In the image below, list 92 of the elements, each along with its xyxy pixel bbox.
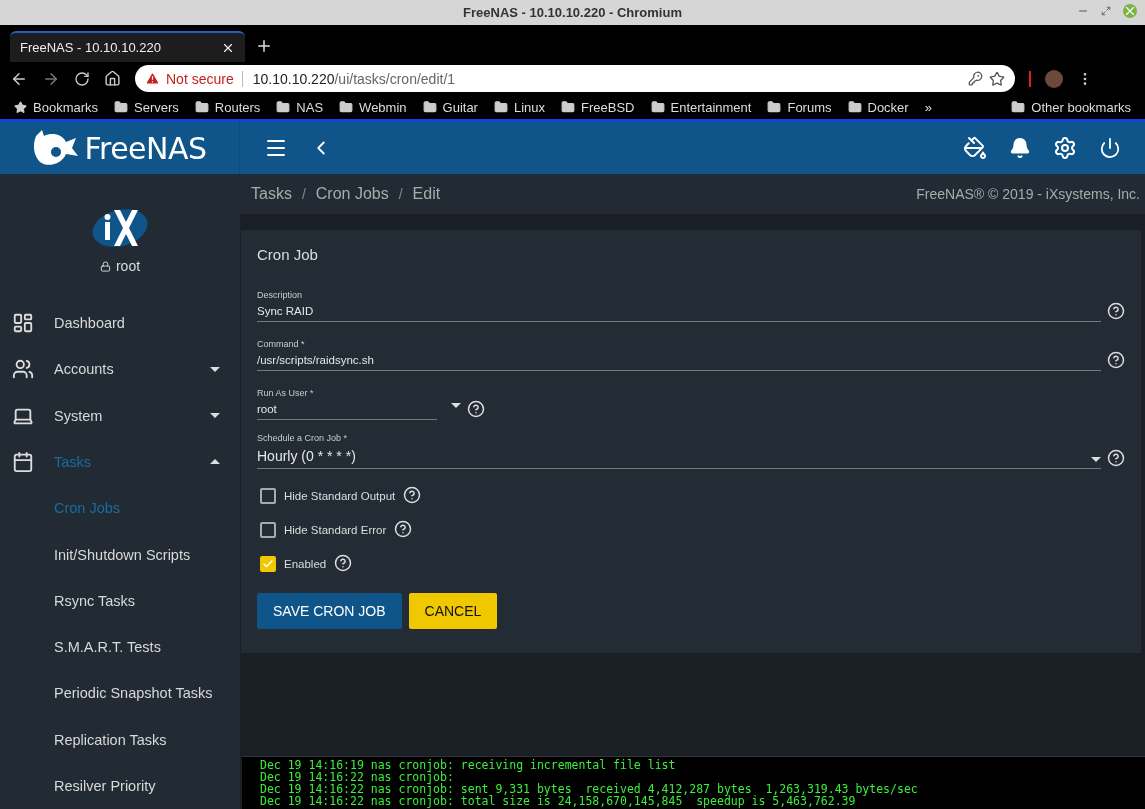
help-icon[interactable] bbox=[403, 486, 422, 504]
folder-icon bbox=[493, 100, 508, 114]
nav-item[interactable]: Resilver Priority bbox=[0, 762, 240, 809]
folder-icon bbox=[422, 100, 437, 114]
card-title: Cron Job bbox=[257, 246, 319, 263]
nav-item[interactable]: Init/Shutdown Scripts bbox=[0, 531, 240, 578]
overflow-button[interactable]: » bbox=[924, 99, 932, 115]
bookmark[interactable]: NAS bbox=[276, 99, 324, 115]
caret-icon bbox=[1091, 456, 1101, 462]
folder-icon bbox=[1011, 100, 1026, 114]
bookmark[interactable]: Routers bbox=[194, 99, 261, 115]
bookmark[interactable]: Servers bbox=[114, 99, 179, 115]
help-icon[interactable] bbox=[334, 554, 353, 572]
terminal-line: Dec 19 14:16:22 nas cronjob: total size is 24,158,670,145,845 speedup is 5,463,762.39 bbox=[260, 795, 856, 807]
terminal-line: Dec 19 14:16:22 nas cronjob: sent 9,331 bytes received 4,412,287 bytes 1,263,319.43 bytes/sec bbox=[260, 783, 919, 795]
settings-icon[interactable] bbox=[1053, 136, 1077, 160]
check-icon bbox=[262, 558, 274, 570]
help-icon[interactable] bbox=[1107, 449, 1125, 467]
checkbox-label: Enabled bbox=[284, 558, 327, 570]
folder-icon bbox=[767, 100, 782, 114]
breadcrumb-separator: / bbox=[398, 186, 403, 202]
nav-item[interactable]: Periodic Snapshot Tasks bbox=[0, 670, 240, 717]
warning-icon bbox=[145, 71, 160, 86]
checkbox[interactable] bbox=[260, 556, 276, 572]
checkbox-label: Hide Standard Output bbox=[284, 490, 396, 502]
help-icon[interactable] bbox=[1107, 351, 1125, 369]
people-icon bbox=[12, 358, 34, 381]
help-icon[interactable] bbox=[467, 400, 485, 418]
nav-item[interactable]: Accounts bbox=[0, 346, 240, 393]
terminal-line: Dec 19 14:16:22 nas cronjob: bbox=[260, 771, 455, 783]
logo-text: FreeNAS bbox=[84, 130, 207, 166]
input-field[interactable]: Description Sync RAID bbox=[257, 290, 1101, 322]
lock-icon bbox=[99, 260, 111, 272]
folder-icon bbox=[339, 100, 354, 114]
folder-icon bbox=[650, 100, 665, 114]
address-field[interactable]: Not secure 10.10.10.220/ui/tasks/cron/edit/1 bbox=[135, 65, 1015, 92]
checkbox[interactable] bbox=[260, 488, 276, 504]
paint-bucket-icon[interactable] bbox=[963, 136, 987, 160]
terminal-line: Dec 19 14:16:19 nas cronjob: receiving incremental file list bbox=[260, 759, 677, 771]
caret-icon bbox=[210, 459, 220, 465]
calendar-icon bbox=[12, 451, 34, 473]
select-field[interactable]: Schedule a Cron Job * Hourly (0 * * * *) bbox=[257, 433, 1101, 469]
checkbox-label: Hide Standard Error bbox=[284, 524, 387, 536]
star-icon bbox=[14, 100, 27, 114]
help-icon[interactable] bbox=[1107, 302, 1125, 320]
bookmark[interactable]: Bookmarks bbox=[14, 99, 99, 115]
key-icon[interactable] bbox=[968, 71, 983, 86]
bookmark[interactable]: Guitar bbox=[422, 99, 478, 115]
folder-icon bbox=[194, 100, 209, 114]
shark-logo-icon bbox=[32, 128, 81, 168]
bookmark[interactable]: FreeBSD bbox=[561, 99, 635, 115]
folder-icon bbox=[114, 100, 129, 114]
cancel-button[interactable]: CANCEL bbox=[408, 593, 498, 629]
bookmark[interactable]: Docker bbox=[847, 99, 909, 115]
select-field[interactable]: Run As User * root bbox=[257, 388, 437, 420]
window-title: FreeNAS - 10.10.10.220 - Chromium bbox=[463, 5, 682, 20]
power-icon[interactable] bbox=[1099, 137, 1121, 159]
nav-item[interactable]: Rsync Tasks bbox=[0, 577, 240, 624]
nav-item[interactable]: Replication Tasks bbox=[0, 716, 240, 763]
checkbox[interactable] bbox=[260, 522, 276, 538]
input-field[interactable]: Command * /usr/scripts/raidsync.sh bbox=[257, 339, 1101, 371]
nav-item[interactable]: Dashboard bbox=[0, 300, 240, 347]
breadcrumb-link[interactable]: Tasks bbox=[251, 185, 292, 203]
bookmark[interactable]: Linux bbox=[493, 99, 546, 115]
dashboard-icon bbox=[12, 312, 34, 335]
folder-icon bbox=[847, 100, 862, 114]
new-tab-icon[interactable] bbox=[255, 37, 273, 55]
bookmark[interactable]: Entertainment bbox=[650, 99, 752, 115]
user-name: root bbox=[99, 258, 141, 275]
caret-icon bbox=[210, 413, 220, 419]
save-button[interactable]: SAVE CRON JOB bbox=[257, 593, 402, 629]
bookmark[interactable]: Forums bbox=[767, 99, 832, 115]
folder-icon bbox=[561, 100, 576, 114]
home-icon[interactable] bbox=[104, 70, 121, 87]
reload-icon[interactable] bbox=[74, 70, 90, 87]
breadcrumb-link[interactable]: Edit bbox=[412, 185, 441, 203]
maximize-icon[interactable] bbox=[1101, 6, 1111, 16]
caret-icon bbox=[451, 402, 461, 408]
bell-icon[interactable] bbox=[1009, 137, 1031, 159]
caret-icon bbox=[210, 366, 220, 372]
folder-icon bbox=[276, 100, 291, 114]
star-icon[interactable] bbox=[989, 70, 1005, 87]
nav-item[interactable]: System bbox=[0, 392, 240, 439]
help-icon[interactable] bbox=[394, 520, 413, 538]
breadcrumb-separator: / bbox=[301, 186, 306, 202]
breadcrumb-link[interactable]: Cron Jobs bbox=[315, 185, 389, 203]
browser-tab[interactable]: FreeNAS - 10.10.10.220 bbox=[10, 31, 245, 62]
copyright-text: FreeNAS® © 2019 - iXsystems, Inc. bbox=[916, 186, 1140, 202]
avatar[interactable] bbox=[1045, 69, 1063, 88]
bookmark[interactable]: Webmin bbox=[339, 99, 407, 115]
bookmark[interactable]: Other bookmarks bbox=[1011, 99, 1131, 115]
nav-item[interactable]: S.M.A.R.T. Tests bbox=[0, 623, 240, 671]
